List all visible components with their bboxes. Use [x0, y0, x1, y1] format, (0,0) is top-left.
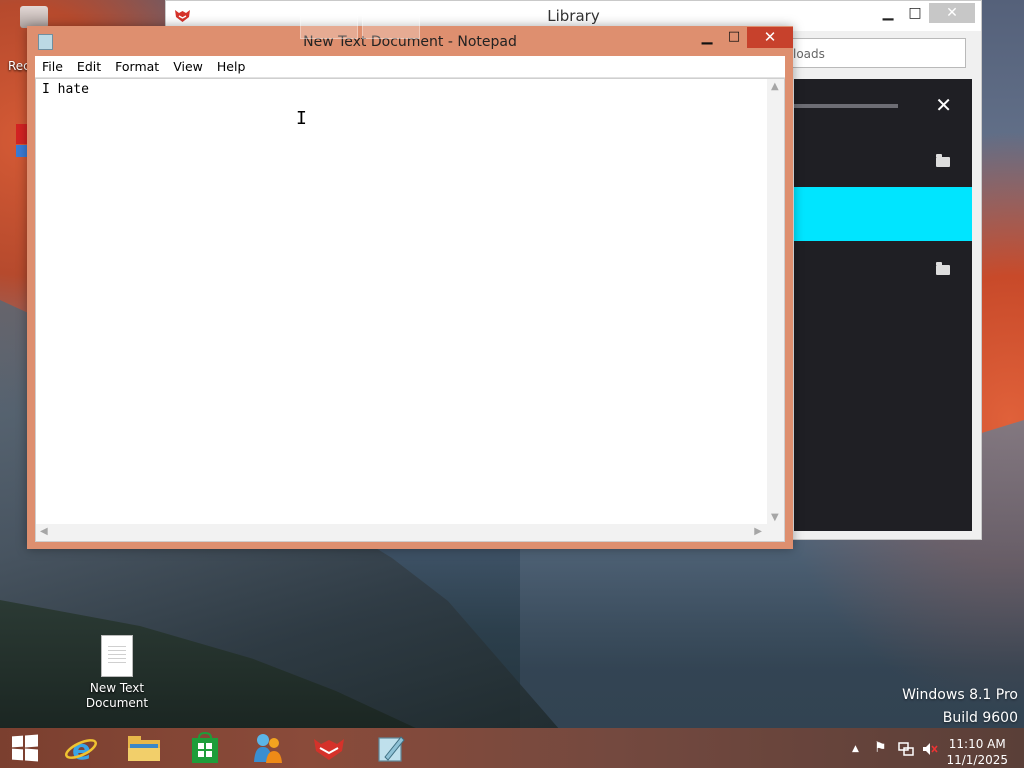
- volume-muted-icon[interactable]: [922, 741, 938, 757]
- notepad-window: New Text Document - Notepad ▁ □ ✕ File E…: [27, 26, 793, 549]
- clock-date: 11/1/2025: [946, 753, 1008, 767]
- scroll-left-icon[interactable]: ◀: [40, 526, 48, 537]
- open-folder-icon[interactable]: [936, 262, 950, 275]
- scroll-down-icon[interactable]: ▼: [771, 512, 779, 523]
- recycle-bin-icon[interactable]: [20, 6, 48, 28]
- messenger-icon[interactable]: [251, 732, 285, 764]
- desktop-file-label-line2: Document: [85, 696, 149, 710]
- library-minimize-button[interactable]: ▁: [880, 3, 896, 23]
- menu-help[interactable]: Help: [210, 59, 253, 74]
- svg-text:e: e: [72, 733, 91, 764]
- text-file-icon[interactable]: [101, 635, 133, 677]
- selected-download-item[interactable]: [794, 187, 972, 241]
- library-title: Library: [547, 7, 600, 25]
- open-folder-icon[interactable]: [936, 154, 950, 167]
- network-icon[interactable]: [898, 741, 914, 757]
- notepad-close-button[interactable]: ✕: [747, 27, 793, 48]
- library-maximize-button[interactable]: □: [906, 3, 924, 23]
- scroll-right-icon[interactable]: ▶: [754, 526, 762, 537]
- taskbar-notepad-button[interactable]: [362, 1, 420, 39]
- action-center-flag-icon[interactable]: ⚑: [874, 740, 887, 756]
- vertical-scrollbar[interactable]: ▲ ▼: [767, 79, 784, 525]
- menu-file[interactable]: File: [35, 59, 70, 74]
- library-search-input[interactable]: loads: [766, 38, 966, 68]
- clock-time: 11:10 AM: [948, 737, 1006, 751]
- menu-format[interactable]: Format: [108, 59, 166, 74]
- taskbar-clock[interactable]: 11:10 AM 11/1/2025: [946, 736, 1008, 768]
- desktop-file-label[interactable]: New Text Document: [80, 681, 154, 711]
- tray-up-arrow-icon[interactable]: ▲: [852, 744, 859, 754]
- windows-version-watermark: Windows 8.1 Pro Build 9600: [902, 684, 1018, 730]
- horizontal-scrollbar[interactable]: ◀ ▶: [36, 524, 768, 541]
- library-close-button[interactable]: ✕: [929, 3, 975, 23]
- taskbar-firefox-button[interactable]: [300, 1, 358, 39]
- firefox-icon[interactable]: [312, 735, 346, 761]
- scrollbar-corner: [767, 524, 784, 541]
- desktop-file-label-line1: New Text: [89, 681, 145, 695]
- internet-explorer-icon[interactable]: e: [64, 732, 98, 764]
- menu-view[interactable]: View: [166, 59, 210, 74]
- desktop-file-new-text-document[interactable]: New Text Document: [80, 635, 154, 711]
- menu-edit[interactable]: Edit: [70, 59, 108, 74]
- text-cursor-icon: I: [296, 108, 307, 129]
- notepad-menubar: File Edit Format View Help: [35, 56, 785, 78]
- file-explorer-icon[interactable]: [127, 734, 161, 762]
- scroll-up-icon[interactable]: ▲: [771, 81, 779, 92]
- download-progress-bar: [794, 104, 898, 108]
- notepad-text-area[interactable]: I hate ▲ ▼ ◀ ▶: [35, 78, 785, 542]
- notepad-maximize-button[interactable]: □: [721, 28, 747, 48]
- notepad-minimize-button[interactable]: ▁: [694, 28, 720, 48]
- start-icon[interactable]: [12, 734, 38, 762]
- downloads-panel: ✕: [794, 79, 972, 531]
- notepad-icon[interactable]: [375, 733, 407, 763]
- downloads-panel-close-icon[interactable]: ✕: [935, 93, 952, 117]
- watermark-edition: Windows 8.1 Pro: [902, 687, 1018, 703]
- notepad-content[interactable]: I hate: [42, 82, 89, 97]
- desktop-left-icons: Rec: [0, 0, 48, 200]
- watermark-build: Build 9600: [942, 710, 1018, 726]
- store-icon[interactable]: [190, 732, 220, 764]
